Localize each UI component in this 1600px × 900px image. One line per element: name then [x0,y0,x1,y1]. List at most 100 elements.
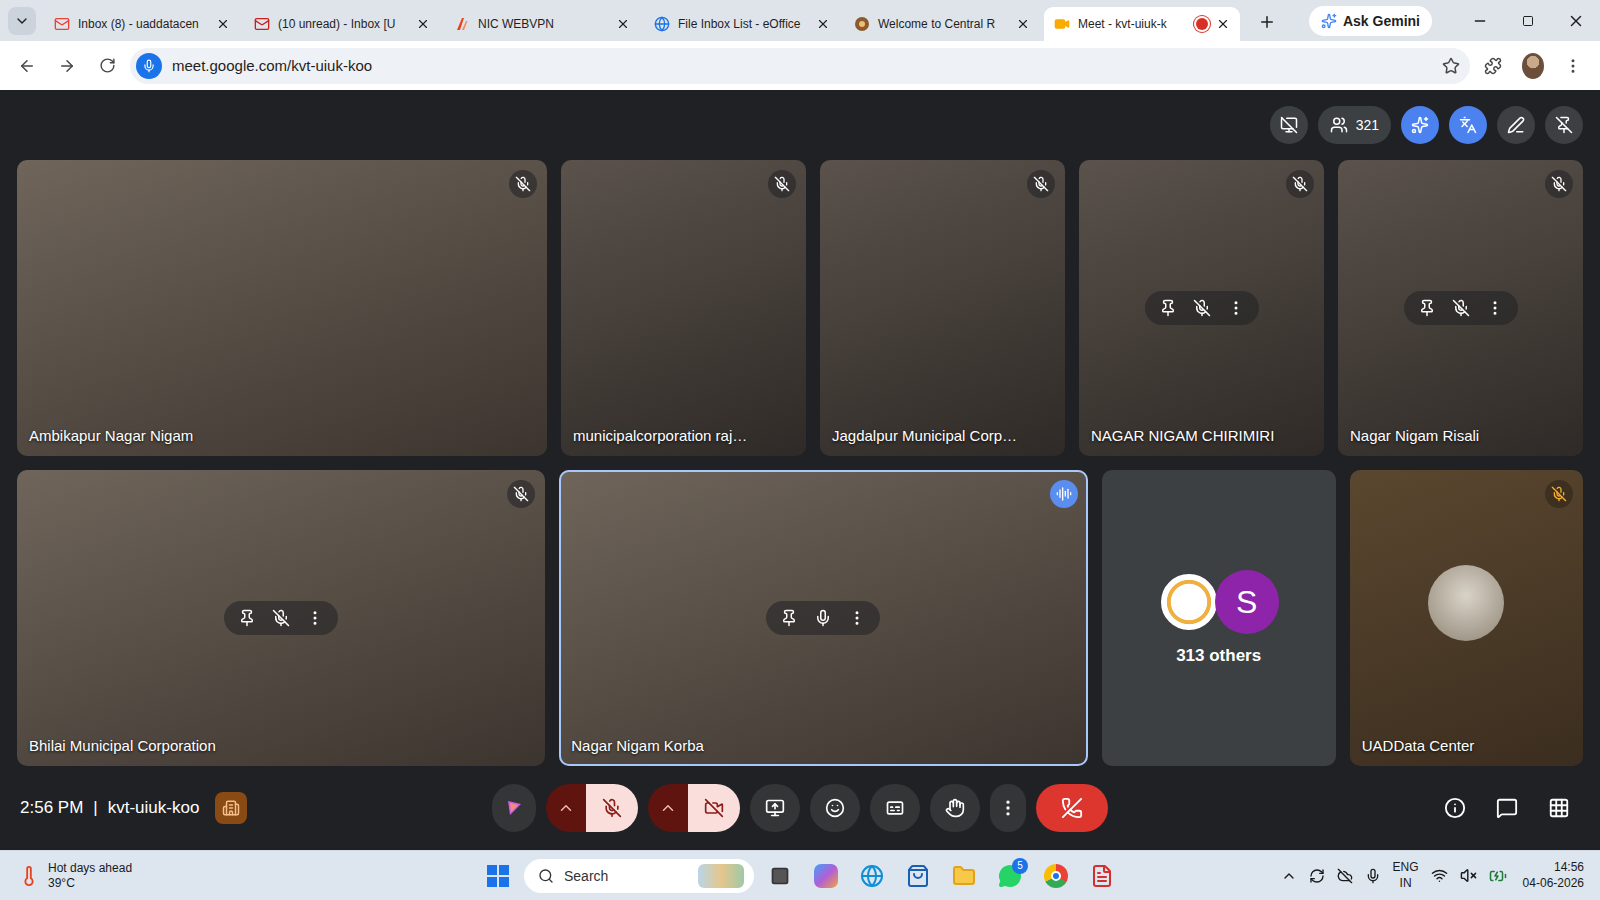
mic-in-use-icon[interactable] [1365,868,1381,884]
video-options-button[interactable] [648,784,688,832]
new-tab-button[interactable] [1252,7,1282,37]
minimize-button[interactable] [1456,0,1504,41]
bookmark-star-icon[interactable] [1442,57,1460,75]
close-tab-icon[interactable] [216,17,230,31]
browser-tab[interactable]: (10 unread) - Inbox [U [244,7,440,41]
camera-button[interactable] [688,784,740,832]
edge-button[interactable] [852,856,892,896]
mic-icon [142,59,156,73]
activities-grid-button[interactable] [1538,787,1580,829]
participant-tile[interactable]: UADData Center [1350,470,1583,766]
close-tab-icon[interactable] [1016,17,1030,31]
weather-widget[interactable]: Hot days ahead39°C [10,861,478,891]
tile-mic-button[interactable] [814,609,832,627]
org-badge[interactable] [215,792,247,824]
present-button[interactable] [750,784,800,832]
file-explorer-button[interactable] [944,856,984,896]
close-tab-icon[interactable] [616,17,630,31]
participant-tile[interactable]: Nagar Nigam Korba [559,470,1087,766]
tile-mic-button[interactable] [272,609,290,627]
activities-icon [504,798,524,818]
browser-tab[interactable]: File Inbox List - eOffice [644,7,840,41]
pin-button[interactable] [1159,299,1177,317]
participant-tile[interactable]: Jagdalpur Municipal Corp… [820,160,1065,456]
notification-badge: 5 [1012,858,1028,874]
address-bar[interactable]: meet.google.com/kvt-uiuk-koo [130,48,1470,84]
site-info-badge[interactable] [136,53,162,79]
more-options-button[interactable] [990,784,1026,832]
audio-options-button[interactable] [546,784,586,832]
tile-more-button[interactable] [1486,299,1504,317]
task-view-button[interactable] [760,856,800,896]
maximize-button[interactable] [1504,0,1552,41]
cloud-off-icon[interactable] [1337,868,1353,884]
store-button[interactable] [898,856,938,896]
participant-tile[interactable]: Bhilai Municipal Corporation [17,470,545,766]
participant-tile[interactable]: Nagar Nigam Risali [1338,160,1583,456]
chevron-up-icon [659,799,677,817]
copilot-button[interactable] [806,856,846,896]
tile-controls [1404,291,1518,325]
tile-mic-button[interactable] [1452,299,1470,317]
meeting-details-button[interactable] [1434,787,1476,829]
reload-button[interactable] [90,49,124,83]
profile-button[interactable] [1516,49,1550,83]
hidden-icons-icon[interactable] [1281,868,1297,884]
acrobat-button[interactable] [1082,856,1122,896]
participant-tile[interactable]: municipalcorporation raj… [561,160,806,456]
captions-button[interactable] [870,784,920,832]
tab-search-button[interactable] [8,7,36,35]
meet-tool-button[interactable] [1401,106,1439,144]
pin-button[interactable] [238,609,256,627]
taskbar-search[interactable]: Search [524,859,754,893]
reactions-button[interactable] [810,784,860,832]
forward-button[interactable] [50,49,84,83]
raise-hand-button[interactable] [930,784,980,832]
browser-tab[interactable]: Inbox (8) - uaddatacen [44,7,240,41]
meet-tool-button[interactable] [1497,106,1535,144]
participant-tile[interactable]: Ambikapur Nagar Nigam [17,160,547,456]
whatsapp-button[interactable]: 5 [990,856,1030,896]
wifi-icon[interactable] [1431,867,1448,884]
tile-more-button[interactable] [848,609,866,627]
participant-tile[interactable]: NAGAR NIGAM CHIRIMIRI [1079,160,1324,456]
activities-button[interactable] [492,784,536,832]
people-count-button[interactable]: 321 [1318,106,1391,144]
chrome-icon [1044,864,1068,888]
back-button[interactable] [10,49,44,83]
close-tab-icon[interactable] [416,17,430,31]
meet-tool-button[interactable] [1270,106,1308,144]
meet-tool-button[interactable] [1449,106,1487,144]
participant-avatar [1428,565,1504,641]
browser-tab[interactable]: NIC WEBVPN [444,7,640,41]
meet-tool-button[interactable] [1545,106,1583,144]
pin-button[interactable] [780,609,798,627]
tile-more-button[interactable] [306,609,324,627]
close-button[interactable] [1552,0,1600,41]
others-tile[interactable]: S313 others [1102,470,1336,766]
browser-menu-button[interactable] [1556,49,1590,83]
close-tab-icon[interactable] [816,17,830,31]
tile-more-button[interactable] [1227,299,1245,317]
browser-tab[interactable]: Welcome to Central R [844,7,1040,41]
clock[interactable]: 14:5604-06-2026 [1523,860,1584,891]
speaking-indicator [1050,480,1078,508]
ask-gemini-button[interactable]: Ask Gemini [1309,6,1432,36]
volume-muted-icon[interactable] [1460,867,1477,884]
browser-tab[interactable]: Meet - kvt-uiuk-k [1044,7,1240,41]
close-tab-icon[interactable] [1216,17,1230,31]
input-language[interactable]: ENGIN [1393,860,1419,891]
battery-icon[interactable] [1489,867,1507,885]
start-button[interactable] [478,856,518,896]
leave-call-button[interactable] [1036,784,1108,832]
tile-mic-button[interactable] [1193,299,1211,317]
mic-button[interactable] [586,784,638,832]
meeting-time: 2:56 PM [20,798,83,818]
pin-button[interactable] [1418,299,1436,317]
windows-icon [487,865,509,887]
profile-avatar [1522,53,1544,79]
chat-button[interactable] [1486,787,1528,829]
sync-icon[interactable] [1309,868,1325,884]
extensions-button[interactable] [1476,49,1510,83]
chrome-button[interactable] [1036,856,1076,896]
